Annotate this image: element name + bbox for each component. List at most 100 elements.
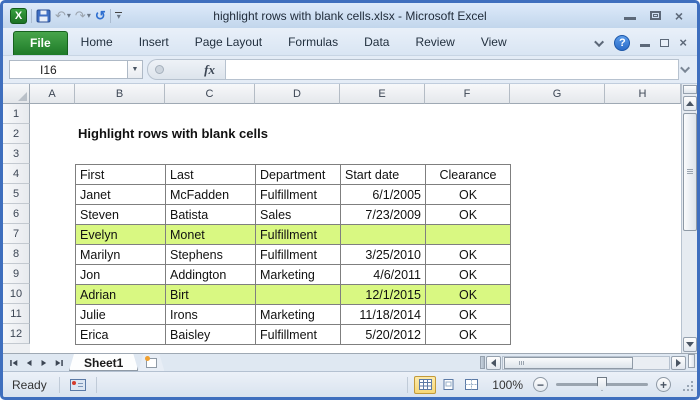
cell[interactable]: 11/18/2014 (340, 304, 426, 325)
row-header[interactable]: 7 (3, 224, 30, 244)
cell[interactable]: McFadden (165, 184, 256, 205)
help-button[interactable]: ? (614, 35, 631, 51)
cell[interactable]: OK (425, 284, 511, 305)
cell[interactable]: Baisley (165, 324, 256, 345)
cell[interactable]: OK (425, 244, 511, 265)
cell[interactable]: Jon (75, 264, 166, 285)
row-header[interactable]: 6 (3, 204, 30, 224)
column-header-b[interactable]: B (75, 84, 165, 104)
redo-button[interactable]: ↷ ▾ (75, 7, 91, 25)
tab-file[interactable]: File (13, 31, 68, 55)
zoom-slider-thumb[interactable] (597, 377, 607, 391)
select-all-button[interactable] (3, 84, 30, 104)
doc-title-cell[interactable]: Highlight rows with blank cells (78, 126, 268, 141)
zoom-out-button[interactable]: − (533, 377, 548, 392)
tab-review[interactable]: Review (402, 30, 467, 55)
split-handle[interactable] (688, 354, 695, 368)
cell[interactable]: 6/1/2005 (340, 184, 426, 205)
scroll-down-button[interactable] (682, 337, 697, 352)
expand-formula-bar-button[interactable] (679, 63, 693, 74)
cell[interactable]: Stephens (165, 244, 256, 265)
cell[interactable]: Monet (165, 224, 256, 245)
record-macro-button[interactable] (69, 378, 86, 391)
page-layout-view-button[interactable] (437, 376, 459, 394)
scrollbar-thumb[interactable] (504, 356, 634, 369)
undo-button[interactable]: ↶ ▾ (55, 7, 71, 25)
name-box[interactable]: I16 (9, 60, 127, 79)
vertical-scrollbar[interactable] (681, 84, 697, 353)
excel-logo-icon[interactable]: X (10, 7, 27, 24)
cell-blank[interactable] (425, 224, 511, 245)
resize-grip[interactable] (681, 379, 693, 391)
header-clearance[interactable]: Clearance (425, 164, 511, 185)
row-header[interactable]: 1 (3, 104, 30, 124)
workbook-minimize-button[interactable] (640, 44, 651, 47)
cell[interactable]: OK (425, 264, 511, 285)
insert-worksheet-button[interactable] (138, 354, 164, 371)
column-header-g[interactable]: G (510, 84, 605, 104)
sheet-tab-sheet1[interactable]: Sheet1 (69, 354, 138, 371)
customize-qat-button[interactable]: ▾ (114, 7, 122, 25)
cell[interactable]: 7/23/2009 (340, 204, 426, 225)
header-start-date[interactable]: Start date (340, 164, 426, 185)
cell[interactable]: Fulfillment (255, 244, 341, 265)
tab-formulas[interactable]: Formulas (275, 30, 351, 55)
cell[interactable]: 5/20/2012 (340, 324, 426, 345)
cell[interactable]: Steven (75, 204, 166, 225)
repeat-button[interactable]: ↺ (95, 7, 106, 25)
cell[interactable]: Fulfillment (255, 224, 341, 245)
column-header-a[interactable]: A (30, 84, 75, 104)
insert-function-button[interactable]: fx (204, 62, 215, 78)
row-header[interactable]: 8 (3, 244, 30, 264)
row-header[interactable]: 10 (3, 284, 30, 304)
cell-blank[interactable] (255, 284, 341, 305)
scroll-up-button[interactable] (682, 96, 697, 111)
cell[interactable]: Addington (165, 264, 256, 285)
tab-home[interactable]: Home (68, 30, 126, 55)
close-button[interactable]: × (675, 9, 683, 23)
row-header[interactable]: 12 (3, 324, 30, 344)
column-header-e[interactable]: E (340, 84, 425, 104)
header-department[interactable]: Department (255, 164, 341, 185)
cell[interactable]: 3/25/2010 (340, 244, 426, 265)
cell[interactable]: OK (425, 324, 511, 345)
cell[interactable]: Marketing (255, 304, 341, 325)
workbook-close-button[interactable]: × (679, 36, 687, 49)
cell[interactable]: Irons (165, 304, 256, 325)
cell[interactable]: Erica (75, 324, 166, 345)
cell-blank[interactable] (340, 224, 426, 245)
scroll-right-button[interactable] (671, 355, 686, 370)
cell[interactable]: Sales (255, 204, 341, 225)
split-handle[interactable] (682, 85, 697, 94)
scroll-left-button[interactable] (486, 355, 501, 370)
cell[interactable]: Batista (165, 204, 256, 225)
column-header-h[interactable]: H (605, 84, 681, 104)
cell[interactable]: OK (425, 204, 511, 225)
row-header[interactable]: 2 (3, 124, 30, 144)
column-header-c[interactable]: C (165, 84, 255, 104)
tab-view[interactable]: View (468, 30, 520, 55)
cell-grid[interactable]: Highlight rows with blank cells First La… (30, 104, 681, 353)
restore-button[interactable] (649, 11, 661, 20)
collapse-ribbon-icon[interactable] (594, 36, 605, 47)
name-box-dropdown[interactable]: ▼ (127, 60, 143, 79)
tab-data[interactable]: Data (351, 30, 402, 55)
zoom-level[interactable]: 100% (492, 378, 523, 392)
tab-split-handle[interactable] (480, 356, 485, 369)
cell[interactable]: Fulfillment (255, 184, 341, 205)
scrollbar-track[interactable] (502, 355, 670, 370)
normal-view-button[interactable] (414, 375, 437, 394)
cell[interactable]: Birt (165, 284, 256, 305)
row-header[interactable]: 4 (3, 164, 30, 184)
cell[interactable]: Evelyn (75, 224, 166, 245)
cell[interactable]: OK (425, 184, 511, 205)
scrollbar-thumb[interactable] (682, 113, 697, 231)
first-sheet-button[interactable] (7, 356, 20, 369)
column-header-f[interactable]: F (425, 84, 510, 104)
save-button[interactable] (36, 7, 51, 25)
row-header[interactable]: 11 (3, 304, 30, 324)
cell[interactable]: Marketing (255, 264, 341, 285)
cell[interactable]: Janet (75, 184, 166, 205)
cell[interactable]: 12/1/2015 (340, 284, 426, 305)
page-break-view-button[interactable] (460, 376, 482, 394)
